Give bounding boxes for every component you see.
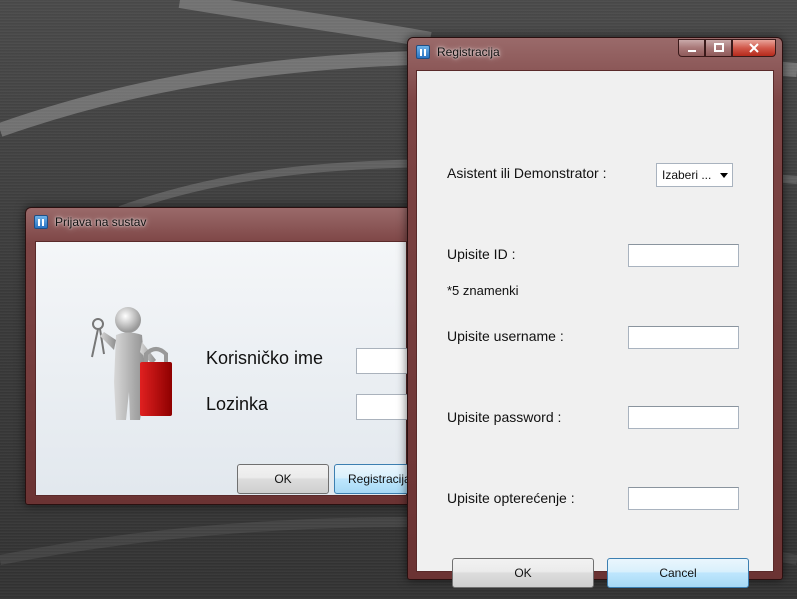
role-select[interactable]: Izaberi ... (656, 163, 733, 187)
password-input[interactable] (628, 406, 739, 429)
password-label: Upisite password : (447, 409, 562, 425)
chevron-down-icon (720, 173, 728, 178)
role-label: Asistent ili Demonstrator : (447, 165, 607, 181)
login-window-title: Prijava na sustav (55, 215, 147, 229)
load-input[interactable] (628, 487, 739, 510)
login-window-titlebar[interactable]: Prijava na sustav (26, 208, 416, 236)
maximize-icon[interactable] (705, 39, 732, 57)
id-hint: *5 znamenki (447, 283, 519, 298)
login-ok-button[interactable]: OK (237, 464, 329, 494)
app-icon (34, 215, 48, 229)
username-input[interactable] (628, 326, 739, 349)
registration-window-title: Registracija (437, 45, 500, 59)
id-input[interactable] (628, 244, 739, 267)
registration-window: Registracija Asistent ili Demonstrator :… (407, 37, 783, 588)
minimize-icon[interactable] (678, 39, 705, 57)
password-label: Lozinka (206, 394, 269, 414)
app-icon (416, 45, 430, 59)
registration-ok-button[interactable]: OK (452, 558, 594, 588)
window-controls (678, 39, 776, 57)
registration-cancel-button[interactable]: Cancel (607, 558, 749, 588)
registration-window-client: Asistent ili Demonstrator : Izaberi ... … (416, 70, 774, 588)
id-label: Upisite ID : (447, 246, 516, 262)
username-label: Korisničko ime (206, 348, 324, 368)
login-window-client: Korisničko ime Lozinka OK Registracija (35, 241, 424, 496)
user-lock-illustration (91, 307, 172, 420)
role-select-value: Izaberi ... (662, 168, 712, 182)
username-label: Upisite username : (447, 328, 564, 344)
load-label: Upisite opterećenje : (447, 490, 575, 506)
close-icon[interactable] (732, 39, 776, 57)
login-window: Prijava na sustav Korisničko ime Lozinka… (25, 207, 424, 505)
